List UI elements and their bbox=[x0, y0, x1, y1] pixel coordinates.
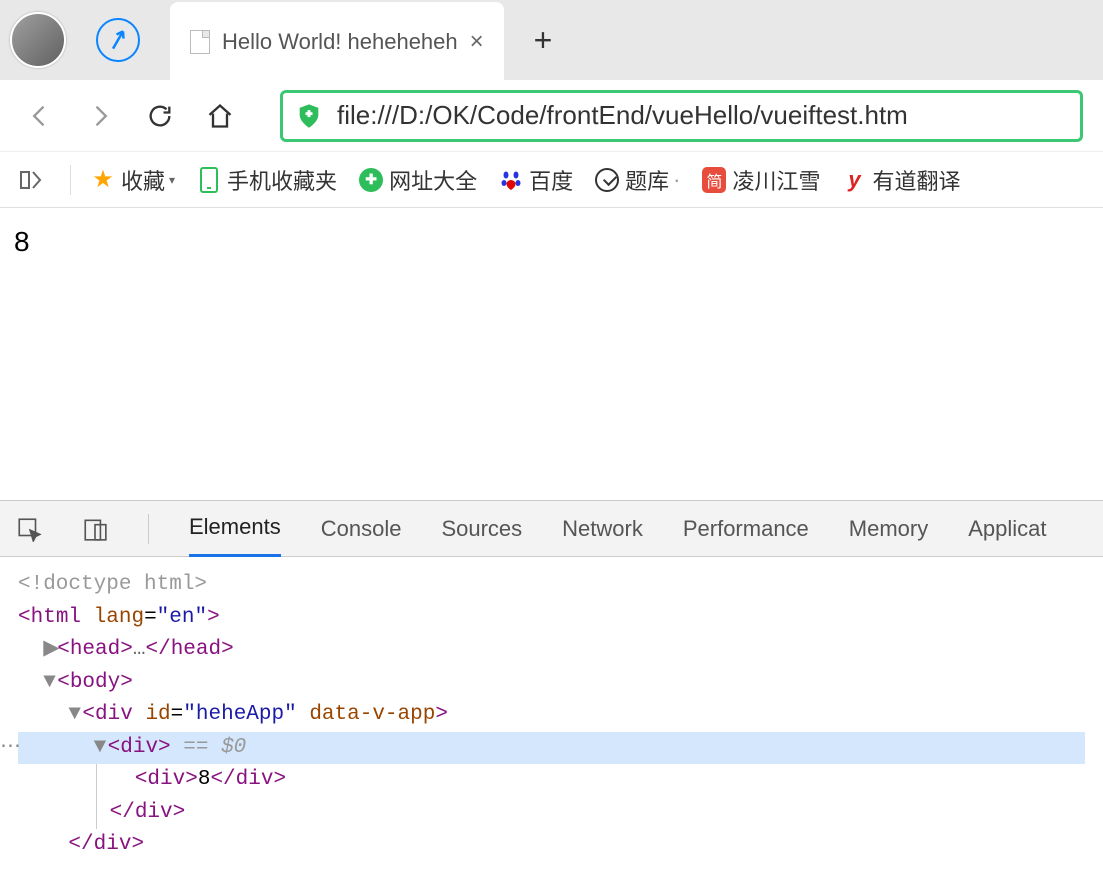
home-button[interactable] bbox=[200, 96, 240, 136]
tab-performance[interactable]: Performance bbox=[683, 502, 809, 556]
security-shield-icon bbox=[295, 102, 323, 130]
new-tab-button[interactable]: + bbox=[534, 22, 553, 59]
devtools-panel: Elements Console Sources Network Perform… bbox=[0, 500, 1103, 874]
dom-node-body[interactable]: ▼<body> bbox=[18, 667, 1085, 700]
inspect-element-button[interactable] bbox=[16, 516, 42, 542]
navigation-compass-icon[interactable] bbox=[96, 18, 140, 62]
navigation-bar: file:///D:/OK/Code/frontEnd/vueHello/vue… bbox=[0, 80, 1103, 152]
tab-memory[interactable]: Memory bbox=[849, 502, 928, 556]
mobile-bookmarks-label: 手机收藏夹 bbox=[227, 164, 337, 196]
favorites-button[interactable]: ★ 收藏 ▾ bbox=[83, 160, 183, 200]
dom-node-leaf[interactable]: <div>8</div> bbox=[97, 764, 1085, 797]
bookmark-lingchuan-label: 凌川江雪 bbox=[732, 164, 820, 196]
bookmark-youdao-label: 有道翻译 bbox=[872, 164, 960, 196]
dom-node-close[interactable]: </div> bbox=[18, 829, 1085, 862]
url-text: file:///D:/OK/Code/frontEnd/vueHello/vue… bbox=[337, 100, 908, 131]
collapse-arrow-icon[interactable]: ▼ bbox=[94, 732, 108, 765]
dom-node-div-app[interactable]: ▼<div id="heheApp" data-v-app> bbox=[18, 699, 1085, 732]
chevron-down-icon: ▾ bbox=[169, 173, 175, 187]
devtools-tab-bar: Elements Console Sources Network Perform… bbox=[0, 501, 1103, 557]
dom-node-selected[interactable]: ⋯ ▼<div> == $0 bbox=[18, 732, 1085, 765]
sidebar-toggle-button[interactable] bbox=[10, 164, 50, 196]
page-text: 8 bbox=[14, 226, 30, 257]
browser-tab-strip: Hello World! heheheheh × + bbox=[0, 0, 1103, 80]
browser-tab[interactable]: Hello World! heheheheh × bbox=[170, 2, 504, 82]
tab-console[interactable]: Console bbox=[321, 502, 402, 556]
bookmarks-bar: ★ 收藏 ▾ 手机收藏夹 ✚ 网址大全 百度 题库 · 简 凌川江雪 y 有道翻… bbox=[0, 152, 1103, 208]
bookmark-tiku-dash: · bbox=[673, 167, 680, 193]
360-icon: ✚ bbox=[359, 168, 383, 192]
ellipsis-icon[interactable]: ⋯ bbox=[0, 732, 19, 765]
page-viewport: 8 bbox=[0, 208, 1103, 500]
bookmark-baidu[interactable]: 百度 bbox=[491, 160, 581, 200]
dom-node-close[interactable]: </div> bbox=[97, 797, 1085, 830]
collapse-arrow-icon[interactable]: ▼ bbox=[43, 667, 57, 700]
checkmark-circle-icon bbox=[595, 168, 619, 192]
dom-children-group: <div>8</div> </div> bbox=[90, 764, 1085, 829]
collapse-arrow-icon[interactable]: ▼ bbox=[68, 699, 82, 732]
bookmark-tiku[interactable]: 题库 · bbox=[587, 160, 688, 200]
mobile-bookmarks-button[interactable]: 手机收藏夹 bbox=[189, 160, 345, 200]
tab-elements[interactable]: Elements bbox=[189, 500, 281, 557]
bookmark-lingchuan[interactable]: 简 凌川江雪 bbox=[694, 160, 828, 200]
address-bar[interactable]: file:///D:/OK/Code/frontEnd/vueHello/vue… bbox=[280, 90, 1083, 142]
jian-icon: 简 bbox=[702, 168, 726, 192]
bookmark-baidu-label: 百度 bbox=[529, 164, 573, 196]
star-icon: ★ bbox=[91, 168, 115, 192]
bookmark-360[interactable]: ✚ 网址大全 bbox=[351, 160, 485, 200]
expand-arrow-icon[interactable]: ▶ bbox=[43, 634, 57, 667]
tab-title: Hello World! heheheheh bbox=[222, 29, 458, 55]
dom-node-head[interactable]: ▶<head>…</head> bbox=[18, 634, 1085, 667]
reload-button[interactable] bbox=[140, 96, 180, 136]
separator bbox=[148, 514, 149, 544]
dom-node-html[interactable]: <html lang="en"> bbox=[18, 602, 1085, 635]
bookmark-youdao[interactable]: y 有道翻译 bbox=[834, 160, 968, 200]
favorites-label: 收藏 bbox=[121, 164, 165, 196]
separator bbox=[70, 165, 71, 195]
device-toggle-button[interactable] bbox=[82, 516, 108, 542]
baidu-icon bbox=[499, 168, 523, 192]
elements-tree[interactable]: <!doctype html> <html lang="en"> ▶<head>… bbox=[0, 557, 1103, 874]
file-icon bbox=[190, 30, 210, 54]
tab-sources[interactable]: Sources bbox=[441, 502, 522, 556]
close-tab-button[interactable]: × bbox=[470, 28, 484, 56]
tab-network[interactable]: Network bbox=[562, 502, 643, 556]
phone-icon bbox=[197, 168, 221, 192]
forward-button[interactable] bbox=[80, 96, 120, 136]
tab-application[interactable]: Applicat bbox=[968, 502, 1046, 556]
youdao-icon: y bbox=[842, 168, 866, 192]
bookmark-tiku-label: 题库 bbox=[625, 164, 669, 196]
user-avatar[interactable] bbox=[10, 12, 66, 68]
back-button[interactable] bbox=[20, 96, 60, 136]
dom-node-doctype[interactable]: <!doctype html> bbox=[18, 569, 1085, 602]
bookmark-360-label: 网址大全 bbox=[389, 164, 477, 196]
